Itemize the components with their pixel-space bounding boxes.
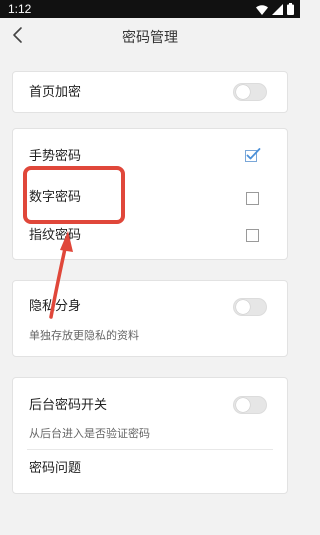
nav-bar: 密码管理 bbox=[0, 18, 300, 56]
homepage-lock-toggle[interactable] bbox=[233, 83, 267, 101]
toggle-knob bbox=[236, 300, 250, 314]
signal-icon bbox=[272, 3, 283, 15]
fingerprint-password-label: 指纹密码 bbox=[29, 228, 82, 243]
toggle-knob bbox=[236, 85, 250, 99]
wifi-icon bbox=[256, 4, 268, 15]
status-icons bbox=[256, 3, 294, 15]
background-lock-label: 后台密码开关 bbox=[29, 398, 108, 413]
fingerprint-password-checkbox[interactable] bbox=[246, 229, 259, 242]
private-clone-card: 隐私分身 单独存放更隐私的资料 bbox=[12, 280, 288, 357]
numeric-password-checkbox[interactable] bbox=[246, 192, 259, 205]
homepage-lock-label: 首页加密 bbox=[29, 85, 82, 100]
page-title: 密码管理 bbox=[122, 30, 178, 46]
annotation-highlight-box bbox=[23, 166, 125, 224]
security-question-label[interactable]: 密码问题 bbox=[29, 461, 81, 477]
status-time: 1:12 bbox=[8, 2, 32, 16]
battery-icon bbox=[287, 3, 294, 15]
checkbox-checked-icon[interactable] bbox=[245, 148, 261, 162]
divider bbox=[27, 449, 273, 450]
status-bar: 1:12 bbox=[0, 0, 300, 18]
homepage-lock-card: 首页加密 bbox=[12, 71, 288, 113]
toggle-knob bbox=[236, 398, 250, 412]
background-lock-toggle[interactable] bbox=[233, 396, 267, 414]
background-lock-description: 从后台进入是否验证密码 bbox=[29, 427, 150, 440]
private-clone-description: 单独存放更隐私的资料 bbox=[29, 329, 139, 342]
private-clone-toggle[interactable] bbox=[233, 298, 267, 316]
background-lock-card: 后台密码开关 从后台进入是否验证密码 密码问题 bbox=[12, 377, 288, 494]
gesture-password-label: 手势密码 bbox=[29, 149, 82, 164]
private-clone-label: 隐私分身 bbox=[29, 299, 82, 314]
